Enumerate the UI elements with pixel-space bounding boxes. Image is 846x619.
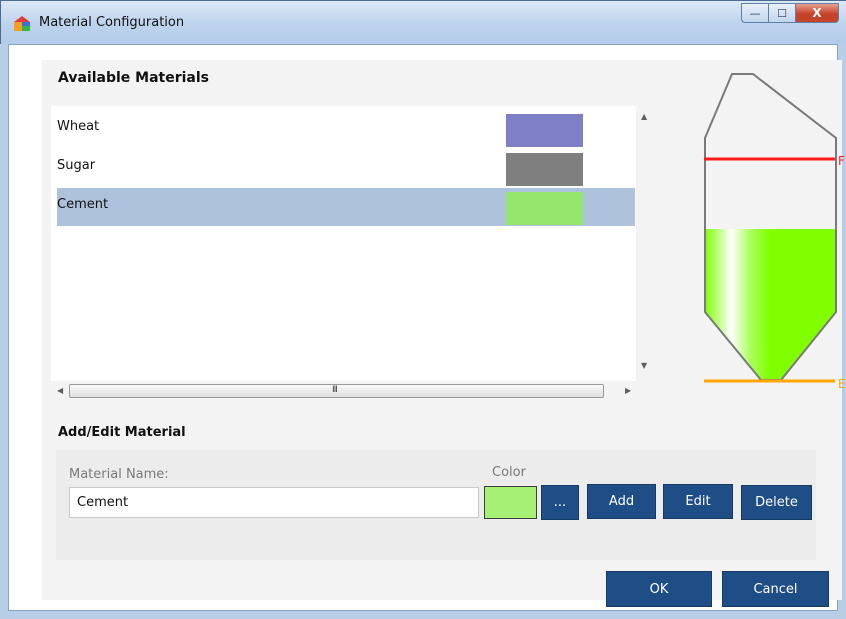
horizontal-scrollbar[interactable]: ◀ III ▶ [51, 382, 636, 400]
horizontal-scroll-thumb[interactable]: III [69, 384, 604, 398]
material-color-swatch [506, 153, 583, 186]
browse-color-button[interactable]: ... [541, 485, 579, 520]
scroll-down-icon[interactable]: ▼ [641, 361, 647, 370]
materials-list-viewport[interactable]: Wheat Sugar Cement [51, 106, 636, 381]
window-controls: — ☐ X [741, 3, 839, 23]
silo-level-preview: F E [704, 73, 846, 391]
scroll-left-icon[interactable]: ◀ [57, 386, 63, 395]
delete-button[interactable]: Delete [741, 485, 812, 520]
scroll-grip-icon: III [332, 385, 338, 395]
window-border-bottom [0, 611, 846, 619]
app-icon [14, 16, 30, 31]
scroll-right-icon[interactable]: ▶ [625, 386, 631, 395]
maximize-button[interactable]: ☐ [768, 3, 795, 23]
title-bar[interactable]: Material Configuration — ☐ X [1, 1, 846, 45]
material-row-wheat[interactable]: Wheat [57, 110, 635, 148]
materials-list: Wheat Sugar Cement ▲ ▼ ◀ III ▶ [50, 104, 654, 404]
cancel-button[interactable]: Cancel [722, 571, 829, 607]
silo-full-marker: F [838, 154, 845, 168]
silo-fill [705, 229, 836, 380]
material-name-input[interactable] [69, 487, 479, 518]
vertical-scrollbar[interactable]: ▲ ▼ [637, 106, 654, 381]
material-row-cement[interactable]: Cement [57, 188, 635, 226]
add-button[interactable]: Add [587, 484, 656, 519]
material-name: Wheat [57, 119, 100, 134]
material-name-label: Material Name: [69, 467, 169, 482]
material-color-swatch [506, 114, 583, 147]
window-border-left [0, 44, 8, 619]
add-edit-material-heading: Add/Edit Material [58, 425, 186, 440]
color-preview [484, 486, 537, 519]
material-color-swatch [506, 192, 583, 225]
color-label: Color [492, 465, 526, 480]
ok-button[interactable]: OK [606, 571, 712, 607]
edit-button[interactable]: Edit [663, 484, 733, 519]
minimize-button[interactable]: — [741, 3, 768, 23]
close-button[interactable]: X [795, 3, 839, 23]
window-title: Material Configuration [39, 15, 185, 30]
material-name: Cement [57, 197, 109, 212]
material-name: Sugar [57, 158, 96, 173]
material-row-sugar[interactable]: Sugar [57, 149, 635, 187]
available-materials-heading: Available Materials [58, 70, 209, 86]
scroll-up-icon[interactable]: ▲ [641, 112, 647, 121]
silo-empty-marker: E [838, 377, 846, 391]
